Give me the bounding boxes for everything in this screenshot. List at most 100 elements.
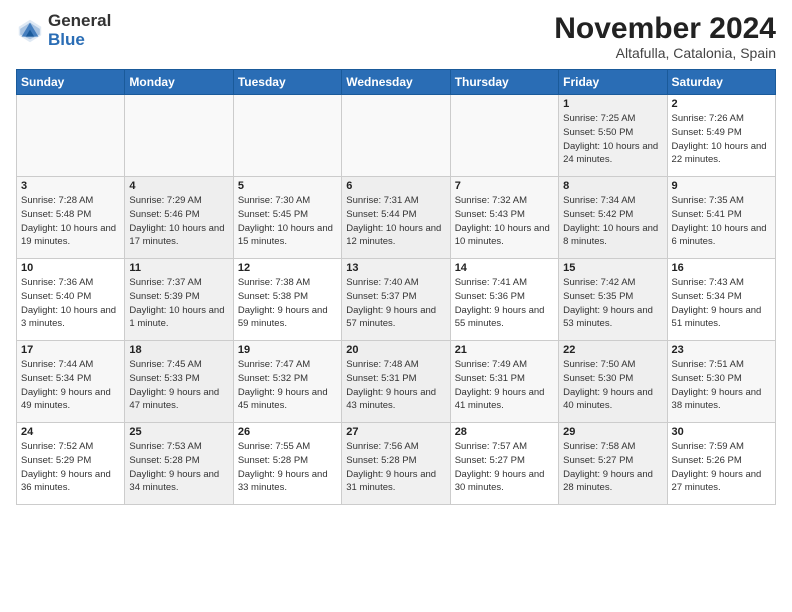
calendar-cell: 2 Sunrise: 7:26 AMSunset: 5:49 PMDaylight…: [667, 95, 775, 177]
day-info: Sunrise: 7:49 AMSunset: 5:31 PMDaylight:…: [455, 358, 554, 413]
day-info: Sunrise: 7:42 AMSunset: 5:35 PMDaylight:…: [563, 276, 662, 331]
logo-text-block: General Blue: [48, 12, 111, 49]
day-number: 2: [672, 98, 771, 110]
day-info: Sunrise: 7:32 AMSunset: 5:43 PMDaylight:…: [455, 194, 554, 249]
calendar-week-1: 1 Sunrise: 7:25 AMSunset: 5:50 PMDaylight…: [17, 95, 776, 177]
calendar-cell: 14 Sunrise: 7:41 AMSunset: 5:36 PMDayligh…: [450, 259, 558, 341]
day-number: 4: [129, 180, 228, 192]
logo: General Blue: [16, 12, 111, 49]
calendar-cell: 23 Sunrise: 7:51 AMSunset: 5:30 PMDayligh…: [667, 341, 775, 423]
location: Altafulla, Catalonia, Spain: [554, 45, 776, 61]
calendar-week-3: 10 Sunrise: 7:36 AMSunset: 5:40 PMDayligh…: [17, 259, 776, 341]
calendar-cell: 27 Sunrise: 7:56 AMSunset: 5:28 PMDayligh…: [342, 423, 450, 505]
calendar-cell: [233, 95, 341, 177]
day-info: Sunrise: 7:36 AMSunset: 5:40 PMDaylight:…: [21, 276, 120, 331]
logo-blue: Blue: [48, 30, 85, 49]
day-number: 10: [21, 262, 120, 274]
calendar-cell: 11 Sunrise: 7:37 AMSunset: 5:39 PMDayligh…: [125, 259, 233, 341]
day-info: Sunrise: 7:52 AMSunset: 5:29 PMDaylight:…: [21, 440, 120, 495]
day-info: Sunrise: 7:38 AMSunset: 5:38 PMDaylight:…: [238, 276, 337, 331]
day-info: Sunrise: 7:26 AMSunset: 5:49 PMDaylight:…: [672, 112, 771, 167]
day-info: Sunrise: 7:55 AMSunset: 5:28 PMDaylight:…: [238, 440, 337, 495]
day-info: Sunrise: 7:34 AMSunset: 5:42 PMDaylight:…: [563, 194, 662, 249]
calendar-cell: 3 Sunrise: 7:28 AMSunset: 5:48 PMDaylight…: [17, 177, 125, 259]
day-number: 7: [455, 180, 554, 192]
day-number: 5: [238, 180, 337, 192]
month-title: November 2024: [554, 12, 776, 45]
calendar-cell: [450, 95, 558, 177]
day-number: 3: [21, 180, 120, 192]
day-info: Sunrise: 7:30 AMSunset: 5:45 PMDaylight:…: [238, 194, 337, 249]
calendar-cell: 5 Sunrise: 7:30 AMSunset: 5:45 PMDaylight…: [233, 177, 341, 259]
day-number: 8: [563, 180, 662, 192]
day-info: Sunrise: 7:40 AMSunset: 5:37 PMDaylight:…: [346, 276, 445, 331]
day-number: 29: [563, 426, 662, 438]
day-number: 18: [129, 344, 228, 356]
day-info: Sunrise: 7:53 AMSunset: 5:28 PMDaylight:…: [129, 440, 228, 495]
calendar-cell: 8 Sunrise: 7:34 AMSunset: 5:42 PMDaylight…: [559, 177, 667, 259]
day-number: 1: [563, 98, 662, 110]
day-number: 23: [672, 344, 771, 356]
day-number: 27: [346, 426, 445, 438]
calendar-week-4: 17 Sunrise: 7:44 AMSunset: 5:34 PMDayligh…: [17, 341, 776, 423]
day-info: Sunrise: 7:35 AMSunset: 5:41 PMDaylight:…: [672, 194, 771, 249]
col-header-wednesday: Wednesday: [342, 70, 450, 95]
page-container: General Blue November 2024 Altafulla, Ca…: [0, 0, 792, 513]
col-header-sunday: Sunday: [17, 70, 125, 95]
day-number: 28: [455, 426, 554, 438]
day-number: 25: [129, 426, 228, 438]
calendar-table: SundayMondayTuesdayWednesdayThursdayFrid…: [16, 69, 776, 505]
calendar-cell: 1 Sunrise: 7:25 AMSunset: 5:50 PMDaylight…: [559, 95, 667, 177]
day-info: Sunrise: 7:48 AMSunset: 5:31 PMDaylight:…: [346, 358, 445, 413]
calendar-cell: 19Sunrise: 7:47 AMSunset: 5:32 PMDayligh…: [233, 341, 341, 423]
day-info: Sunrise: 7:25 AMSunset: 5:50 PMDaylight:…: [563, 112, 662, 167]
calendar-cell: 28 Sunrise: 7:57 AMSunset: 5:27 PMDayligh…: [450, 423, 558, 505]
day-number: 11: [129, 262, 228, 274]
day-info: Sunrise: 7:59 AMSunset: 5:26 PMDaylight:…: [672, 440, 771, 495]
calendar-cell: 18 Sunrise: 7:45 AMSunset: 5:33 PMDayligh…: [125, 341, 233, 423]
day-info: Sunrise: 7:28 AMSunset: 5:48 PMDaylight:…: [21, 194, 120, 249]
col-header-tuesday: Tuesday: [233, 70, 341, 95]
calendar-cell: 29 Sunrise: 7:58 AMSunset: 5:27 PMDayligh…: [559, 423, 667, 505]
day-number: 26: [238, 426, 337, 438]
logo-icon: [16, 17, 44, 45]
day-number: 15: [563, 262, 662, 274]
day-info: Sunrise: 7:44 AMSunset: 5:34 PMDaylight:…: [21, 358, 120, 413]
day-info: Sunrise: 7:43 AMSunset: 5:34 PMDaylight:…: [672, 276, 771, 331]
calendar-cell: 6 Sunrise: 7:31 AMSunset: 5:44 PMDaylight…: [342, 177, 450, 259]
day-info: Sunrise: 7:37 AMSunset: 5:39 PMDaylight:…: [129, 276, 228, 331]
day-number: 6: [346, 180, 445, 192]
col-header-friday: Friday: [559, 70, 667, 95]
day-info: Sunrise: 7:58 AMSunset: 5:27 PMDaylight:…: [563, 440, 662, 495]
calendar-cell: 9 Sunrise: 7:35 AMSunset: 5:41 PMDaylight…: [667, 177, 775, 259]
day-info: Sunrise: 7:51 AMSunset: 5:30 PMDaylight:…: [672, 358, 771, 413]
day-info: Sunrise: 7:50 AMSunset: 5:30 PMDaylight:…: [563, 358, 662, 413]
day-info: Sunrise: 7:41 AMSunset: 5:36 PMDaylight:…: [455, 276, 554, 331]
day-info: Sunrise: 7:45 AMSunset: 5:33 PMDaylight:…: [129, 358, 228, 413]
calendar-week-5: 24 Sunrise: 7:52 AMSunset: 5:29 PMDayligh…: [17, 423, 776, 505]
calendar-cell: 10 Sunrise: 7:36 AMSunset: 5:40 PMDayligh…: [17, 259, 125, 341]
day-number: 17: [21, 344, 120, 356]
day-info: Sunrise: 7:31 AMSunset: 5:44 PMDaylight:…: [346, 194, 445, 249]
day-number: 14: [455, 262, 554, 274]
day-info: Sunrise: 7:56 AMSunset: 5:28 PMDaylight:…: [346, 440, 445, 495]
day-number: 9: [672, 180, 771, 192]
calendar-cell: 17 Sunrise: 7:44 AMSunset: 5:34 PMDayligh…: [17, 341, 125, 423]
day-number: 24: [21, 426, 120, 438]
calendar-cell: 7 Sunrise: 7:32 AMSunset: 5:43 PMDaylight…: [450, 177, 558, 259]
calendar-cell: 20 Sunrise: 7:48 AMSunset: 5:31 PMDayligh…: [342, 341, 450, 423]
day-number: 20: [346, 344, 445, 356]
day-number: 16: [672, 262, 771, 274]
col-header-monday: Monday: [125, 70, 233, 95]
calendar-cell: [125, 95, 233, 177]
calendar-cell: [17, 95, 125, 177]
day-number: 22: [563, 344, 662, 356]
calendar-cell: 12Sunrise: 7:38 AMSunset: 5:38 PMDayligh…: [233, 259, 341, 341]
day-number: 19: [238, 344, 337, 356]
calendar-cell: 13 Sunrise: 7:40 AMSunset: 5:37 PMDayligh…: [342, 259, 450, 341]
calendar-cell: 25 Sunrise: 7:53 AMSunset: 5:28 PMDayligh…: [125, 423, 233, 505]
day-number: 13: [346, 262, 445, 274]
calendar-cell: 4 Sunrise: 7:29 AMSunset: 5:46 PMDaylight…: [125, 177, 233, 259]
day-info: Sunrise: 7:29 AMSunset: 5:46 PMDaylight:…: [129, 194, 228, 249]
day-info: Sunrise: 7:57 AMSunset: 5:27 PMDaylight:…: [455, 440, 554, 495]
